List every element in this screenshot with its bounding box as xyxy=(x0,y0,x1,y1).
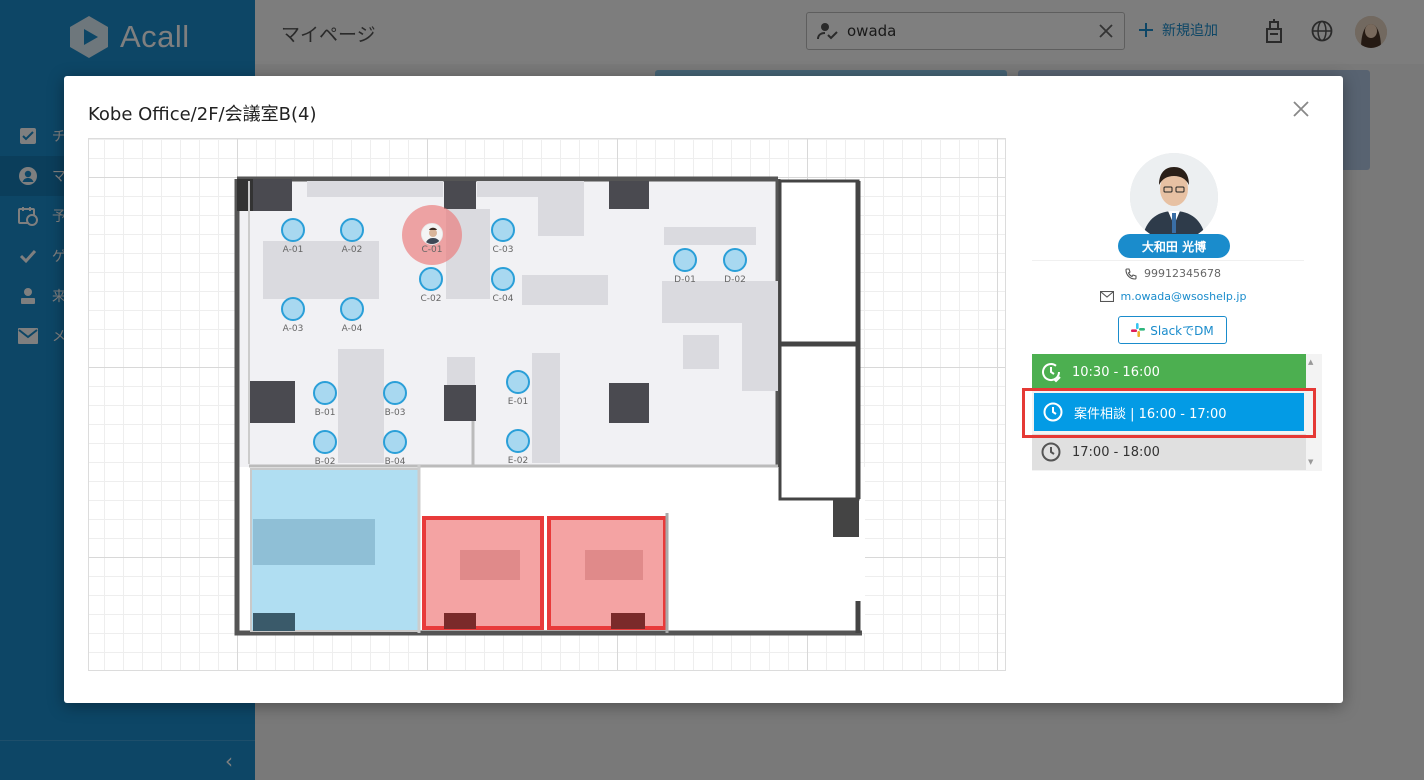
seat-b-04[interactable] xyxy=(383,430,407,454)
slack-dm-label: SlackでDM xyxy=(1150,323,1214,338)
schedule-item[interactable]: 10:30 - 16:00 xyxy=(1032,354,1306,390)
mail-icon xyxy=(1099,291,1114,302)
floor-map[interactable]: A-01 A-02 A-03 A-04 B-01 B-02 B-03 B-04 … xyxy=(88,138,1006,671)
phone-icon xyxy=(1125,267,1137,280)
seat-a-04[interactable] xyxy=(340,297,364,321)
seat-label: B-02 xyxy=(314,457,336,467)
seat-b-01[interactable] xyxy=(313,381,337,405)
profile-divider xyxy=(1032,260,1304,261)
seat-label: B-04 xyxy=(384,457,406,467)
seat-label: A-01 xyxy=(282,245,304,255)
scroll-up-icon[interactable]: ▲ xyxy=(1308,358,1313,366)
seat-b-02[interactable] xyxy=(313,430,337,454)
seat-label: E-01 xyxy=(507,397,529,407)
seat-detail-modal: Kobe Office/2F/会議室B(4) A-01 A-02 A-03 A-… xyxy=(64,76,1343,703)
seat-a-03[interactable] xyxy=(281,297,305,321)
seat-label: A-04 xyxy=(341,324,363,334)
phone-number: 99912345678 xyxy=(1144,267,1221,280)
occupant-avatar-icon xyxy=(422,224,442,244)
modal-close-button[interactable] xyxy=(1288,96,1314,122)
seat-c-04[interactable] xyxy=(491,267,515,291)
schedule-time: 17:00 - 18:00 xyxy=(1072,444,1160,460)
seat-e-01[interactable] xyxy=(506,370,530,394)
profile-photo xyxy=(1130,153,1218,241)
profile-email[interactable]: m.owada@wsoshelp.jp xyxy=(1032,290,1314,303)
seat-label: A-03 xyxy=(282,324,304,334)
profile-name-badge: 大和田 光博 xyxy=(1118,234,1230,258)
close-icon xyxy=(1293,101,1309,117)
clock-check-icon xyxy=(1042,363,1061,383)
seat-label: D-02 xyxy=(724,275,746,285)
slack-dm-button[interactable]: SlackでDM xyxy=(1118,316,1227,344)
schedule-time: 10:30 - 16:00 xyxy=(1072,364,1160,380)
seat-label: B-03 xyxy=(384,408,406,418)
seat-label: E-02 xyxy=(507,456,529,466)
seat-b-03[interactable] xyxy=(383,381,407,405)
seat-a-01[interactable] xyxy=(281,218,305,242)
floor-plan-drawing xyxy=(234,176,865,636)
clock-icon xyxy=(1041,442,1061,462)
seat-label: B-01 xyxy=(314,408,336,418)
seat-a-02[interactable] xyxy=(340,218,364,242)
seat-c-02[interactable] xyxy=(419,267,443,291)
seat-d-02[interactable] xyxy=(723,248,747,272)
seat-c-01[interactable] xyxy=(421,223,443,245)
slack-icon xyxy=(1131,323,1146,337)
seat-label: C-02 xyxy=(420,294,442,304)
seat-label: C-04 xyxy=(492,294,514,304)
seat-label: C-03 xyxy=(492,245,514,255)
highlight-annotation xyxy=(1022,388,1316,438)
seat-c-03[interactable] xyxy=(491,218,515,242)
seat-e-02[interactable] xyxy=(506,429,530,453)
profile-phone: 99912345678 xyxy=(1032,267,1314,280)
scroll-down-icon[interactable]: ▼ xyxy=(1308,458,1313,466)
schedule-item[interactable]: 17:00 - 18:00 xyxy=(1032,434,1306,470)
seat-label: D-01 xyxy=(674,275,696,285)
seat-label: A-02 xyxy=(341,245,363,255)
modal-title: Kobe Office/2F/会議室B(4) xyxy=(88,104,317,125)
email-link[interactable]: m.owada@wsoshelp.jp xyxy=(1121,290,1247,303)
seat-label: C-01 xyxy=(421,245,443,255)
seat-d-01[interactable] xyxy=(673,248,697,272)
